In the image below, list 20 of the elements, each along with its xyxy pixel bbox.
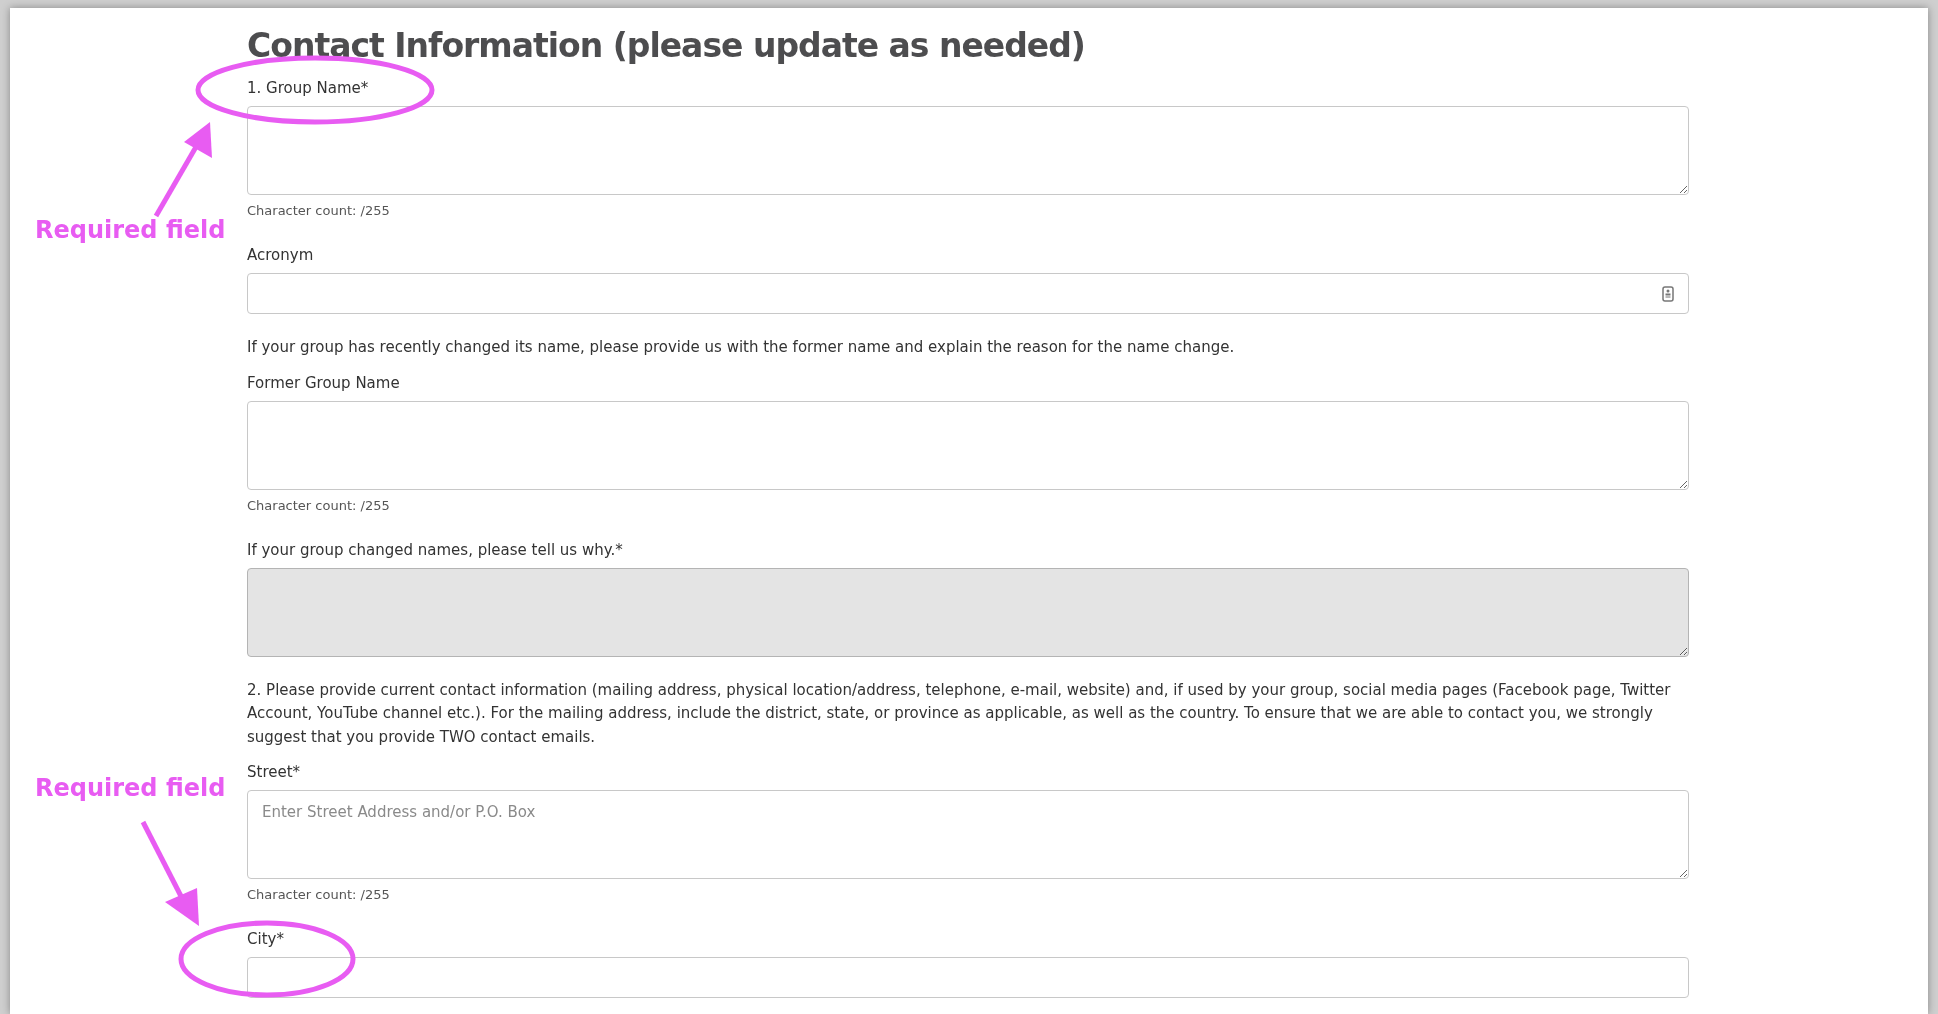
field-label: Former Group Name [247, 373, 400, 392]
contact-card-icon[interactable] [1662, 285, 1674, 302]
input-field[interactable] [247, 273, 1689, 314]
instruction-text: 2. Please provide current contact information (mailing address, physical location/address, telephone, e-mail, website) and, if used by your group, social media pages (Facebook page, Twitter Account, YouTube channel etc.). For the mailing address, include the district, state, or province as applicable, as well as the country. To ensure that we are able to contact you, we strongly suggest that you provide TWO contact emails. [247, 679, 1672, 748]
character-count: Character count: /255 [247, 497, 390, 513]
text-area[interactable] [247, 106, 1689, 195]
field-label: Acronym [247, 246, 314, 264]
character-count: Character count: /255 [247, 887, 390, 902]
field-label: Street* [247, 763, 301, 781]
field-label: If your group changed names, please tell us why.* [247, 540, 623, 559]
section-heading: Contact Information (please update as needed) [247, 26, 1085, 65]
input-field[interactable] [247, 957, 1689, 998]
text-area[interactable]: Enter Street Address and/or P.O. Box [247, 790, 1689, 879]
annotation-label: Required field [35, 216, 226, 244]
text-area[interactable] [247, 400, 1689, 490]
field-label: 1. Group Name* [247, 79, 369, 97]
character-count: Character count: /255 [247, 203, 390, 218]
annotation-label: Required field [35, 774, 226, 802]
instruction-text: If your group has recently changed its name, please provide us with the former name and explain the reason for the name change. [247, 337, 1236, 358]
field-label: City* [247, 930, 284, 948]
